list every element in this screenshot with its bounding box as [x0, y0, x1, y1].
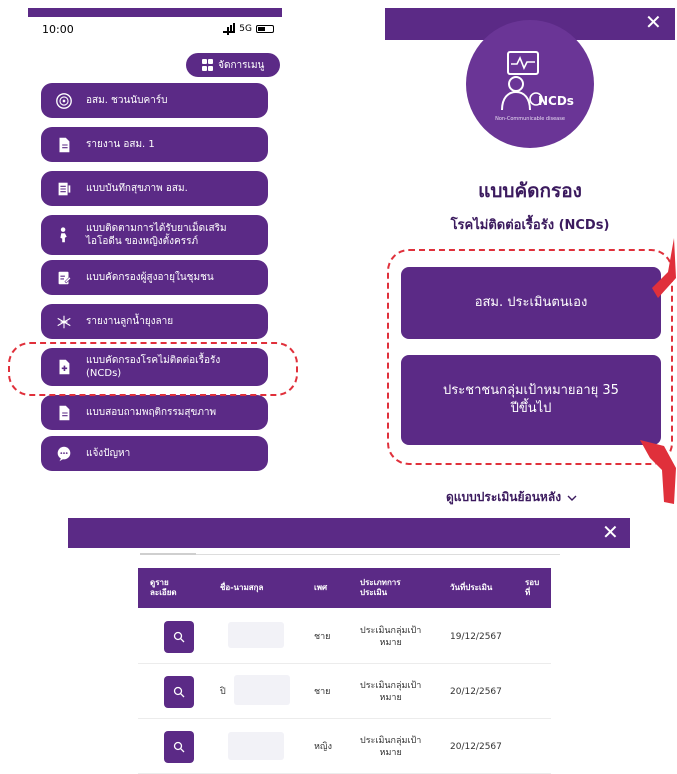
elderly-screening-icon [54, 268, 74, 288]
view-details-button[interactable] [164, 731, 194, 763]
header-assessment-date: วันที่ประเมิน [450, 583, 493, 592]
menu-item-label: รายงานลูกน้ำยุงลาย [86, 316, 174, 327]
target-group-assessment-button[interactable]: ประชาชนกลุ่มเป้าหมายอายุ 35 ปีขึ้นไป [401, 355, 661, 445]
self-assessment-button[interactable]: อสม. ประเมินตนเอง [401, 267, 661, 339]
table-row: ปิ ชาย ประเมินกลุ่มเป้า หมาย 20/12/2567 [138, 665, 551, 719]
cell-gender: ชาย [314, 632, 331, 642]
menu-item-label: อสม. ชวนนับคาร์บ [86, 95, 168, 106]
highlight-ncd-menu-outline [8, 342, 298, 396]
redacted-name [234, 675, 290, 705]
signal-icon [223, 23, 236, 33]
close-icon[interactable]: ✕ [645, 12, 662, 32]
table-row: หญิง ประเมินกลุ่มเป้า หมาย 20/12/2567 [138, 720, 551, 774]
search-icon [173, 686, 185, 698]
mosquito-icon [54, 312, 74, 332]
tab-divider [140, 554, 560, 555]
menu-item-elderly-screening[interactable]: แบบคัดกรองผู้สูงอายุในชุมชน [41, 260, 268, 295]
cell-assessment-type: ประเมินกลุ่มเป้า หมาย [360, 736, 422, 758]
cell-gender: ชาย [314, 687, 331, 697]
cell-name: ปิ [220, 687, 226, 697]
view-details-button[interactable] [164, 676, 194, 708]
menu-item-iodine-tracking[interactable]: แบบติดตามการได้รับยาเม็ดเสริม ไอโอดีน ขอ… [41, 215, 268, 255]
cell-assessment-date: 20/12/2567 [450, 687, 502, 697]
menu-item-report-problem[interactable]: แจ้งปัญหา [41, 436, 268, 471]
search-icon [173, 631, 185, 643]
header-assessment-type: ประเภทการ ประเมิน [360, 578, 401, 597]
network-type: 5G [239, 24, 252, 34]
ncd-logo-subtext: Non-Communicable disease [495, 116, 565, 122]
menu-item-label: แบบบันทึกสุขภาพ อสม. [86, 183, 188, 194]
redacted-name [228, 732, 284, 760]
ncd-logo-text: NCDs [538, 94, 574, 108]
menu-item-label: แบบติดตามการได้รับยาเม็ดเสริม ไอโอดีน ขอ… [86, 223, 227, 247]
red-arrow-bottom-icon [640, 440, 676, 504]
menu-item-carb-count[interactable]: อสม. ชวนนับคาร์บ [41, 83, 268, 118]
ncd-title: แบบคัดกรอง [478, 180, 582, 202]
cell-assessment-date: 20/12/2567 [450, 742, 502, 752]
report-problem-icon [54, 444, 74, 464]
menu-item-report-1[interactable]: รายงาน อสม. 1 [41, 127, 268, 162]
pregnant-icon [54, 225, 74, 245]
view-history-label: ดูแบบประเมินย้อนหลัง [446, 490, 562, 504]
manage-menu-label: จัดการเมนู [218, 59, 265, 71]
header-gender: เพศ [314, 583, 328, 592]
menu-item-label: แบบคัดกรองผู้สูงอายุในชุมชน [86, 272, 214, 283]
grid-icon [201, 59, 214, 71]
redacted-name [228, 622, 284, 648]
menu-item-label: แบบสอบถามพฤติกรรมสุขภาพ [86, 407, 217, 418]
table-row: ชาย ประเมินกลุ่มเป้า หมาย 19/12/2567 [138, 610, 551, 664]
battery-icon [256, 25, 274, 33]
carb-icon [54, 91, 74, 111]
search-icon [173, 741, 185, 753]
status-bar: 10:00 5G [28, 17, 282, 41]
menu-screen: 10:00 5G จัดการเมนู อสม. ชวนนับคาร์บ ราย… [28, 8, 282, 478]
cell-assessment-type: ประเมินกลุ่มเป้า หมาย [360, 681, 422, 703]
status-time: 10:00 [42, 22, 74, 36]
ncd-logo: NCDs Non-Communicable disease [466, 20, 594, 148]
view-details-button[interactable] [164, 621, 194, 653]
history-table-header: ดูราย ละเอียด ชื่อ-นามสกุล เพศ ประเภทการ… [138, 568, 551, 608]
health-record-icon [54, 179, 74, 199]
cell-assessment-type: ประเมินกลุ่มเป้า หมาย [360, 626, 422, 648]
manage-menu-button[interactable]: จัดการเมนู [186, 53, 280, 77]
menu-item-health-record[interactable]: แบบบันทึกสุขภาพ อสม. [41, 171, 268, 206]
document-icon [54, 135, 74, 155]
menu-item-label: แจ้งปัญหา [86, 448, 131, 459]
menu-item-health-behavior[interactable]: แบบสอบถามพฤติกรรมสุขภาพ [41, 395, 268, 430]
cell-gender: หญิง [314, 742, 332, 752]
close-icon[interactable]: ✕ [602, 522, 619, 542]
header-view-details: ดูราย ละเอียด [150, 578, 177, 597]
menu-item-label: รายงาน อสม. 1 [86, 139, 155, 150]
tab-active-indicator [140, 553, 196, 555]
menu-item-mosquito-report[interactable]: รายงานลูกน้ำยุงลาย [41, 304, 268, 339]
history-modal-header [68, 518, 630, 548]
top-accent-bar [28, 8, 282, 17]
header-full-name: ชื่อ-นามสกุล [220, 583, 264, 592]
red-arrow-top-icon [652, 238, 676, 298]
cell-assessment-date: 19/12/2567 [450, 632, 502, 642]
questionnaire-icon [54, 403, 74, 423]
view-history-link[interactable]: ดูแบบประเมินย้อนหลัง [446, 488, 577, 507]
chevron-down-icon [567, 495, 577, 501]
header-round: รอบ ที่ [525, 578, 540, 597]
status-indicators: 5G [223, 23, 274, 34]
ncd-subtitle: โรคไม่ติดต่อเรื้อรัง (NCDs) [450, 218, 610, 233]
